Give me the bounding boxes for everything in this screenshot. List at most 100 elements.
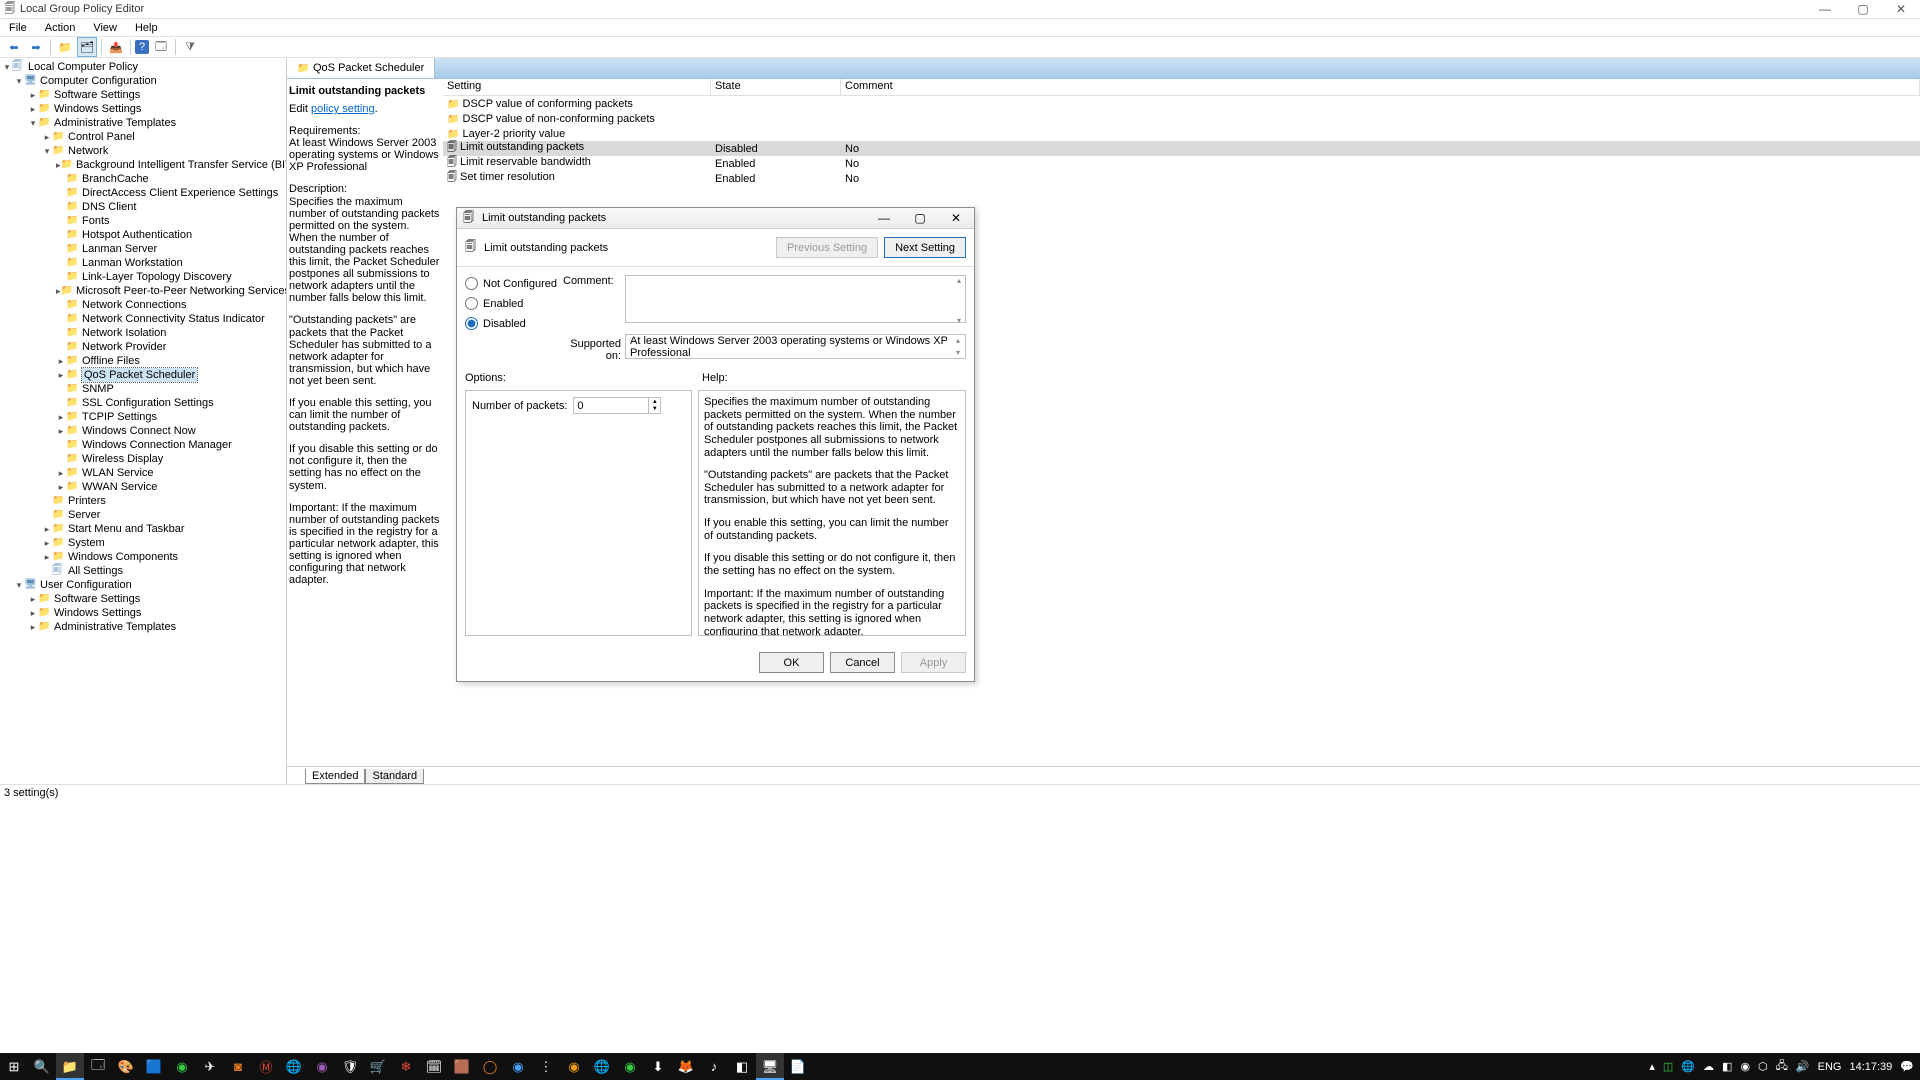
task-app[interactable]: 🎨 <box>112 1053 140 1080</box>
dialog-close[interactable]: ✕ <box>938 211 974 225</box>
tree-item[interactable]: Network Isolation <box>82 326 166 340</box>
back-icon[interactable]: ⬅ <box>4 37 24 57</box>
tree-item[interactable]: WWAN Service <box>82 480 157 494</box>
menu-help[interactable]: Help <box>130 21 163 35</box>
task-app[interactable]: 🛡 <box>336 1053 364 1080</box>
properties-icon[interactable]: 🗔 <box>151 37 171 57</box>
close-button[interactable]: ✕ <box>1882 2 1920 16</box>
scope-tab[interactable]: QoS Packet Scheduler <box>287 58 435 78</box>
task-app[interactable]: 🦊 <box>672 1053 700 1080</box>
col-setting[interactable]: Setting <box>443 79 711 95</box>
tree-item[interactable]: Control Panel <box>68 130 135 144</box>
tree-toggle-icon[interactable]: 🗂 <box>77 37 97 57</box>
tree-item[interactable]: DNS Client <box>82 200 136 214</box>
export-icon[interactable]: 📤 <box>106 37 126 57</box>
start-button[interactable]: ⊞ <box>0 1053 28 1080</box>
spin-down-icon[interactable]: ▼ <box>648 406 660 414</box>
help-icon[interactable]: ? <box>135 40 149 54</box>
tray-lang[interactable]: ENG <box>1818 1061 1842 1073</box>
minimize-button[interactable]: — <box>1806 2 1844 16</box>
tree-item[interactable]: Network Connectivity Status Indicator <box>82 312 265 326</box>
tree-item[interactable]: Lanman Workstation <box>82 256 183 270</box>
task-app[interactable]: ◉ <box>308 1053 336 1080</box>
task-app[interactable]: ◉ <box>504 1053 532 1080</box>
tree-item[interactable]: Microsoft Peer-to-Peer Networking Servic… <box>76 284 287 298</box>
task-app[interactable]: 🌐 <box>280 1053 308 1080</box>
tree-item[interactable]: WLAN Service <box>82 466 154 480</box>
tray-icon[interactable]: ◫ <box>1663 1060 1673 1073</box>
radio-disabled[interactable]: Disabled <box>465 317 563 330</box>
task-app[interactable]: ◯ <box>476 1053 504 1080</box>
tree-item[interactable]: QoS Packet Scheduler <box>82 368 197 382</box>
filter-icon[interactable]: ⧩ <box>180 37 200 57</box>
tree-item[interactable]: Administrative Templates <box>54 116 176 130</box>
help-pane[interactable]: Specifies the maximum number of outstand… <box>698 390 966 636</box>
tree-item[interactable]: Start Menu and Taskbar <box>68 522 185 536</box>
tab-standard[interactable]: Standard <box>365 769 424 784</box>
tree-item[interactable]: System <box>68 536 105 550</box>
num-packets-input[interactable]: 0 ▲▼ <box>573 397 661 414</box>
system-tray[interactable]: ▴ ◫ 🌐 ☁ ◧ ◉ ⬡ 🖧 🔊 ENG 14:17:39 💬 <box>1649 1057 1920 1076</box>
tray-volume-icon[interactable]: 🔊 <box>1796 1060 1810 1073</box>
tree-item[interactable]: TCPIP Settings <box>82 410 157 424</box>
tree-item[interactable]: Network <box>68 144 108 158</box>
task-app[interactable]: 🛒 <box>364 1053 392 1080</box>
task-app[interactable]: ✈ <box>196 1053 224 1080</box>
forward-icon[interactable]: ➡ <box>26 37 46 57</box>
comment-input[interactable] <box>625 275 966 323</box>
next-setting-button[interactable]: Next Setting <box>884 237 966 258</box>
tree-item[interactable]: Network Connections <box>82 298 187 312</box>
tree-item[interactable]: All Settings <box>68 564 123 578</box>
task-app[interactable]: ⬇ <box>644 1053 672 1080</box>
tree-item[interactable]: Windows Settings <box>54 606 141 620</box>
dialog-title-bar[interactable]: 🗐 Limit outstanding packets — ▢ ✕ <box>457 208 974 229</box>
tree-cc[interactable]: Computer Configuration <box>40 74 157 88</box>
tree-item[interactable]: BranchCache <box>82 172 149 186</box>
tree-item[interactable]: Printers <box>68 494 106 508</box>
col-state[interactable]: State <box>711 79 841 95</box>
previous-setting-button[interactable]: Previous Setting <box>776 237 878 258</box>
tray-network-icon[interactable]: 🖧 <box>1776 1057 1788 1076</box>
tree-item[interactable]: Wireless Display <box>82 452 163 466</box>
tray-icon[interactable]: ▴ <box>1649 1060 1655 1073</box>
tray-icon[interactable]: 🌐 <box>1681 1060 1695 1073</box>
list-row[interactable]: 🗐 Set timer resolutionEnabledNo <box>443 171 1920 186</box>
task-app[interactable]: 📄 <box>784 1053 812 1080</box>
list-row[interactable]: 🗐 Limit outstanding packetsDisabledNo <box>443 141 1920 156</box>
task-gpedit[interactable]: 🖥 <box>756 1053 784 1080</box>
apply-button[interactable]: Apply <box>901 652 966 673</box>
menu-action[interactable]: Action <box>40 21 81 35</box>
task-app[interactable]: ◉ <box>616 1053 644 1080</box>
list-row[interactable]: 📁 DSCP value of conforming packets <box>443 96 1920 111</box>
search-icon[interactable]: 🔍 <box>28 1053 56 1080</box>
tree-item[interactable]: Windows Components <box>68 550 178 564</box>
tray-icon[interactable]: ☁ <box>1703 1060 1714 1073</box>
cancel-button[interactable]: Cancel <box>830 652 895 673</box>
tree-item[interactable]: SNMP <box>82 382 114 396</box>
tree-item[interactable]: Software Settings <box>54 88 140 102</box>
task-app[interactable]: 🟫 <box>448 1053 476 1080</box>
tree-item[interactable]: Fonts <box>82 214 110 228</box>
dialog-minimize[interactable]: — <box>866 211 902 225</box>
task-app[interactable]: 🗓 <box>420 1053 448 1080</box>
task-app[interactable]: 🌐 <box>588 1053 616 1080</box>
list-row[interactable]: 📁 DSCP value of non-conforming packets <box>443 111 1920 126</box>
radio-enabled[interactable]: Enabled <box>465 297 563 310</box>
tree-item[interactable]: Hotspot Authentication <box>82 228 192 242</box>
maximize-button[interactable]: ▢ <box>1844 2 1882 16</box>
tree-item[interactable]: Server <box>68 508 100 522</box>
edit-policy-link[interactable]: policy setting <box>311 103 375 115</box>
tree-root[interactable]: Local Computer Policy <box>28 60 138 74</box>
dialog-maximize[interactable]: ▢ <box>902 211 938 225</box>
task-app[interactable]: Ⓜ <box>252 1053 280 1080</box>
task-app[interactable]: ◉ <box>168 1053 196 1080</box>
tree-item[interactable]: Network Provider <box>82 340 166 354</box>
tree-uc[interactable]: User Configuration <box>40 578 132 592</box>
task-app[interactable]: ◙ <box>224 1053 252 1080</box>
task-app[interactable]: 🗔 <box>84 1053 112 1080</box>
task-app[interactable]: ❄ <box>392 1053 420 1080</box>
tab-extended[interactable]: Extended <box>305 769 365 784</box>
list-row[interactable]: 📁 Layer-2 priority value <box>443 126 1920 141</box>
tree-item[interactable]: Background Intelligent Transfer Service … <box>76 158 287 172</box>
col-comment[interactable]: Comment <box>841 79 1920 95</box>
